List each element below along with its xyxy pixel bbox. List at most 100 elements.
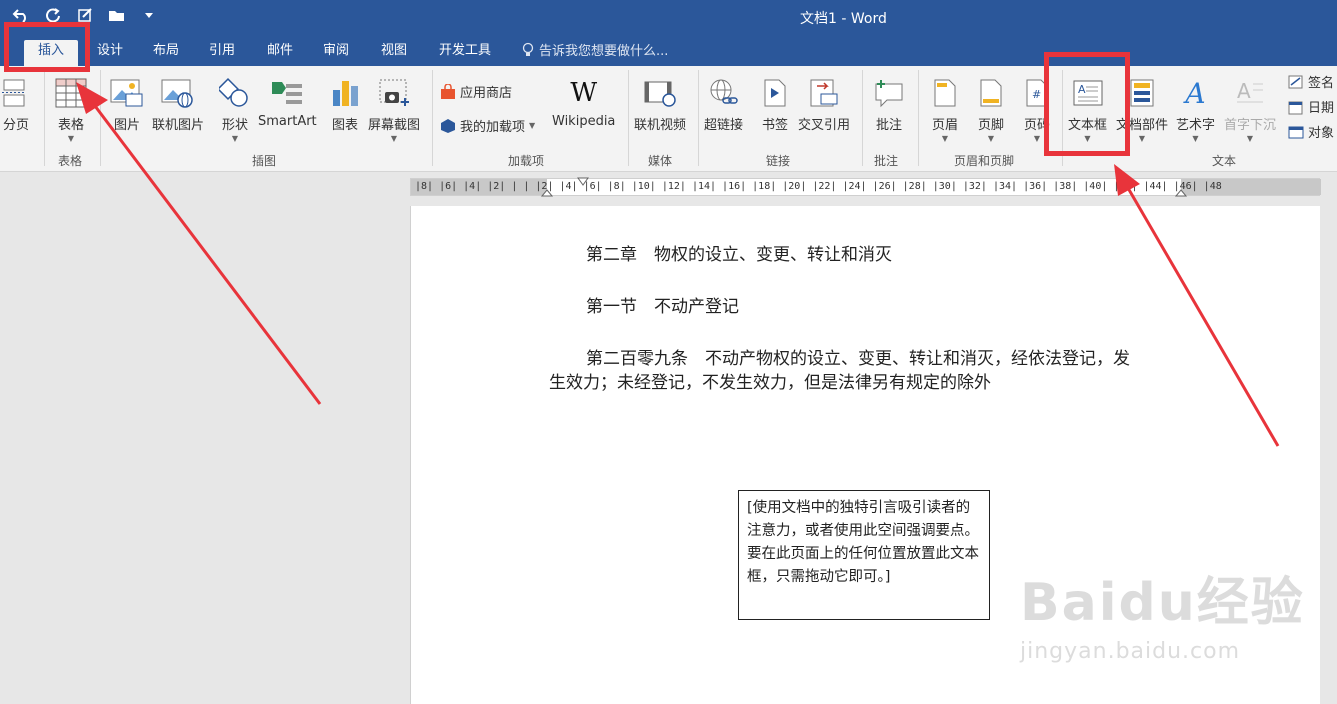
group-label-comments: 批注: [874, 154, 899, 168]
chevron-down-icon: ▼: [529, 121, 536, 130]
signature-icon: [1288, 75, 1303, 88]
horizontal-ruler[interactable]: |8| |6| |4| |2| | | |2| |4| |6| |8| |10|…: [410, 177, 1321, 199]
object-button[interactable]: 对象: [1288, 122, 1334, 141]
chevron-down-icon: ▼: [1246, 134, 1254, 143]
wikipedia-icon: W: [570, 78, 598, 108]
group-separator: [44, 70, 45, 166]
date-label: 日期: [1308, 101, 1335, 116]
tab-developer[interactable]: 开发工具: [430, 40, 500, 66]
cross-reference-label: 交叉引用: [798, 118, 851, 133]
smartart-icon: [270, 76, 304, 110]
object-label: 对象: [1308, 126, 1335, 141]
header-label: 页眉: [931, 118, 958, 133]
shapes-icon: [218, 76, 252, 110]
group-label-illustrations: 插图: [252, 154, 277, 168]
online-video-button[interactable]: 联机视频: [634, 76, 686, 133]
customize-qat-button[interactable]: [138, 5, 160, 25]
window-title: 文档1 - Word: [800, 11, 887, 27]
smartart-label: SmartArt: [258, 114, 317, 129]
drop-cap-button[interactable]: A 首字下沉 ▼: [1224, 76, 1276, 143]
page-break-icon: [2, 76, 30, 110]
tab-layout[interactable]: 布局: [144, 40, 188, 66]
date-time-button[interactable]: 日期: [1288, 97, 1334, 116]
tab-review[interactable]: 审阅: [314, 40, 358, 66]
smartart-button[interactable]: SmartArt: [258, 76, 317, 129]
right-indent-marker-icon[interactable]: [1175, 189, 1187, 199]
group-separator: [918, 70, 919, 166]
first-line-indent-marker-icon[interactable]: [577, 177, 589, 187]
my-addins-label: 我的加载项: [460, 120, 526, 135]
signature-line-button[interactable]: 签名: [1288, 72, 1334, 91]
shapes-button[interactable]: 形状 ▼: [218, 76, 252, 143]
table-icon: [54, 76, 88, 110]
text-box[interactable]: [使用文档中的独特引言吸引读者的注意力，或者使用此空间强调要点。要在此页面上的任…: [738, 490, 990, 620]
footer-label: 页脚: [977, 118, 1004, 133]
ribbon-tabs: 插入 设计 布局 引用 邮件 审阅 视图 开发工具: [0, 34, 1337, 66]
svg-text:#: #: [1032, 88, 1041, 101]
chevron-down-icon: ▼: [1138, 134, 1146, 143]
section-heading: 第一节 不动产登记: [586, 297, 739, 317]
wordart-icon: A: [1185, 76, 1206, 110]
tab-references[interactable]: 引用: [200, 40, 244, 66]
page-break-label: 分页: [2, 118, 29, 133]
footer-button[interactable]: 页脚 ▼: [974, 76, 1008, 143]
redo-icon: [46, 8, 60, 23]
tab-view[interactable]: 视图: [372, 40, 416, 66]
shapes-label: 形状: [221, 118, 248, 133]
tell-me-search[interactable]: 告诉我您想要做什么...: [522, 40, 668, 59]
annotation-box-text-box: [1044, 52, 1130, 156]
group-separator: [862, 70, 863, 166]
table-button[interactable]: 表格 ▼: [54, 76, 88, 143]
object-icon: [1288, 126, 1304, 138]
chevron-down-icon: ▼: [390, 134, 398, 143]
chevron-down-icon: ▼: [67, 134, 75, 143]
footer-icon: [974, 76, 1008, 110]
left-indent-marker-icon[interactable]: [541, 189, 553, 199]
group-label-media: 媒体: [648, 154, 673, 168]
bookmark-button[interactable]: 书签: [758, 76, 792, 133]
table-label: 表格: [57, 118, 84, 133]
wordart-button[interactable]: A 艺术字 ▼: [1176, 76, 1216, 144]
hyperlink-label: 超链接: [704, 118, 744, 133]
online-picture-label: 联机图片: [152, 118, 205, 133]
tell-me-text: 告诉我您想要做什么...: [539, 44, 669, 59]
chevron-down-icon: ▼: [231, 134, 239, 143]
tab-mailings[interactable]: 邮件: [258, 40, 302, 66]
store-button[interactable]: 应用商店: [440, 82, 512, 101]
svg-text:A: A: [1237, 79, 1251, 103]
tab-design[interactable]: 设计: [88, 40, 132, 66]
comment-button[interactable]: 批注: [872, 76, 906, 133]
bookmark-label: 书签: [761, 118, 788, 133]
group-separator: [628, 70, 629, 166]
video-icon: [643, 76, 677, 110]
chevron-down-icon: [145, 13, 153, 18]
wikipedia-button[interactable]: W Wikipedia: [552, 76, 615, 129]
cross-reference-button[interactable]: 交叉引用: [798, 76, 850, 133]
title-bar: 文档1 - Word: [0, 0, 1337, 34]
picture-button[interactable]: 图片: [110, 76, 144, 133]
chevron-down-icon: ▼: [1033, 134, 1041, 143]
screenshot-button[interactable]: 屏幕截图 ▼: [368, 76, 420, 143]
article-line-2: 生效力；未经登记，不发生效力，但是法律另有规定的除外: [549, 373, 991, 393]
group-label-text: 文本: [1212, 154, 1237, 168]
group-separator: [100, 70, 101, 166]
watermark-url: jingyan.baidu.com: [1020, 639, 1241, 664]
signature-label: 签名: [1308, 76, 1335, 91]
my-addins-button[interactable]: 我的加载项 ▼: [440, 116, 535, 135]
annotation-box-insert-tab: [4, 22, 90, 72]
group-label-tables: 表格: [58, 154, 83, 168]
open-button[interactable]: [106, 5, 128, 25]
page-break-button[interactable]: 分页: [2, 76, 30, 133]
header-button[interactable]: 页眉 ▼: [928, 76, 962, 143]
wordart-label: 艺术字: [1176, 118, 1216, 133]
screenshot-icon: [377, 76, 411, 110]
chevron-down-icon: ▼: [941, 134, 949, 143]
hyperlink-button[interactable]: 超链接: [704, 76, 743, 133]
watermark-logo: Baidu经验: [1020, 573, 1305, 633]
comment-label: 批注: [875, 118, 902, 133]
chart-button[interactable]: 图表: [328, 76, 362, 133]
wikipedia-label: Wikipedia: [552, 114, 616, 129]
ruler-numbers: |8| |6| |4| |2| | | |2| |4| |6| |8| |10|…: [415, 181, 1222, 192]
header-icon: [928, 76, 962, 110]
online-picture-button[interactable]: 联机图片: [152, 76, 204, 133]
